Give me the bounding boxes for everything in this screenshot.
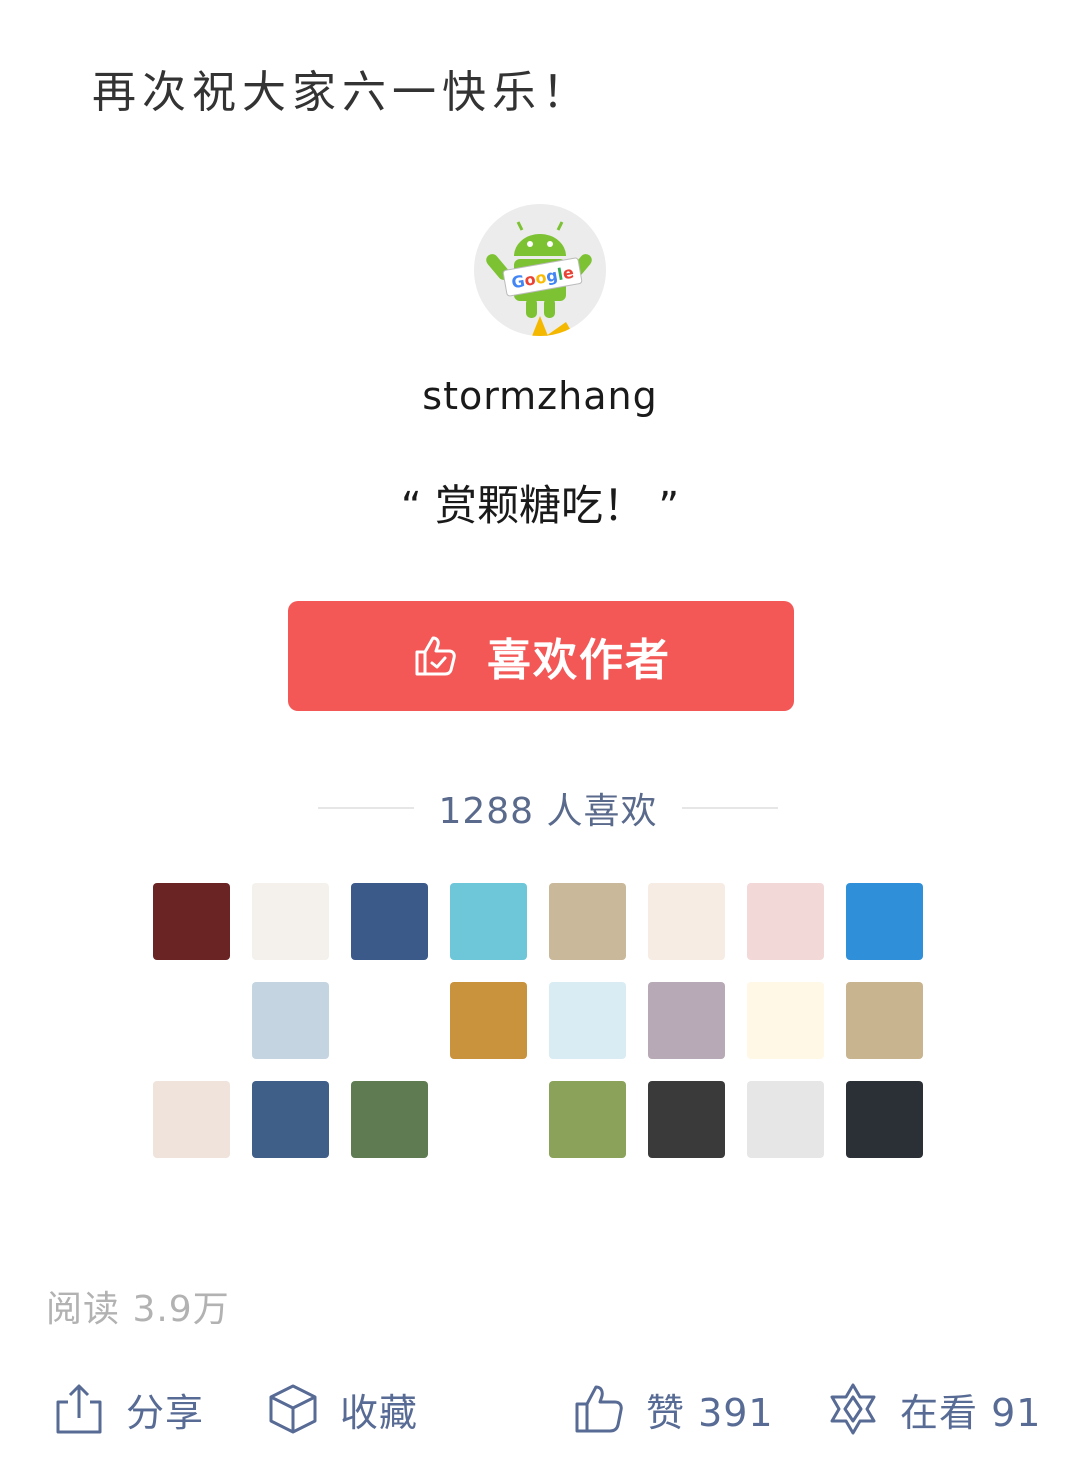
wow-button[interactable]: 在看 91 (826, 1376, 1041, 1442)
android-google-avatar-image: Google (474, 204, 606, 336)
like-label: 赞 391 (646, 1390, 774, 1435)
likes-count: 1288 人喜欢 (438, 791, 658, 832)
supporter-avatar-6[interactable] (648, 883, 725, 960)
flower-icon (830, 1383, 876, 1435)
supporter-avatar-9[interactable] (153, 982, 230, 1059)
like-button[interactable]: 赞 391 (572, 1376, 774, 1442)
supporter-avatar-2[interactable] (252, 883, 329, 960)
cube-icon (269, 1384, 317, 1434)
share-button[interactable]: 分享 (52, 1376, 204, 1442)
supporter-avatar-15[interactable] (747, 982, 824, 1059)
supporter-avatar-5[interactable] (549, 883, 626, 960)
supporter-avatar-3[interactable] (351, 883, 428, 960)
supporter-avatar-13[interactable] (549, 982, 626, 1059)
supporter-avatar-16[interactable] (846, 982, 923, 1059)
quote-text: 赏颗糖吃！ (434, 481, 645, 530)
supporter-avatar-20[interactable] (450, 1081, 527, 1158)
supporter-avatar-8[interactable] (846, 883, 923, 960)
read-count: 阅读 3.9万 (46, 1289, 230, 1330)
favorite-button[interactable]: 收藏 (266, 1376, 418, 1442)
like-author-label: 喜欢作者 (487, 635, 671, 686)
supporter-avatar-18[interactable] (252, 1081, 329, 1158)
likes-count-row: 1288 人喜欢 (318, 783, 778, 833)
supporter-avatar-23[interactable] (747, 1081, 824, 1158)
supporter-avatar-7[interactable] (747, 883, 824, 960)
supporter-avatar-21[interactable] (549, 1081, 626, 1158)
like-author-button[interactable]: 喜欢作者 (288, 601, 794, 711)
reward-quote: “ 赏颗糖吃！ ” (0, 472, 1080, 533)
supporter-avatar-12[interactable] (450, 982, 527, 1059)
supporter-avatar-24[interactable] (846, 1081, 923, 1158)
thumbs-up-check-icon (415, 636, 456, 676)
supporter-avatar-19[interactable] (351, 1081, 428, 1158)
supporter-avatar-4[interactable] (450, 883, 527, 960)
quote-close-mark: ” (658, 484, 680, 530)
supporter-avatar-22[interactable] (648, 1081, 725, 1158)
quote-open-mark: “ (400, 484, 422, 530)
supporter-avatar-grid (153, 883, 923, 1158)
supporter-avatar-14[interactable] (648, 982, 725, 1059)
wow-label: 在看 91 (900, 1390, 1042, 1435)
author-name: stormzhang (422, 374, 658, 418)
share-icon (56, 1384, 102, 1434)
supporter-avatar-11[interactable] (351, 982, 428, 1059)
favorite-label: 收藏 (340, 1390, 419, 1435)
supporter-avatar-17[interactable] (153, 1081, 230, 1158)
share-label: 分享 (126, 1390, 205, 1435)
divider-right (682, 807, 778, 809)
author-avatar[interactable]: Google (474, 204, 606, 336)
article-closing-text: 再次祝大家六一快乐！ (92, 67, 592, 118)
divider-left (318, 807, 414, 809)
thumbs-up-icon (575, 1385, 623, 1433)
supporter-avatar-10[interactable] (252, 982, 329, 1059)
supporter-avatar-1[interactable] (153, 883, 230, 960)
